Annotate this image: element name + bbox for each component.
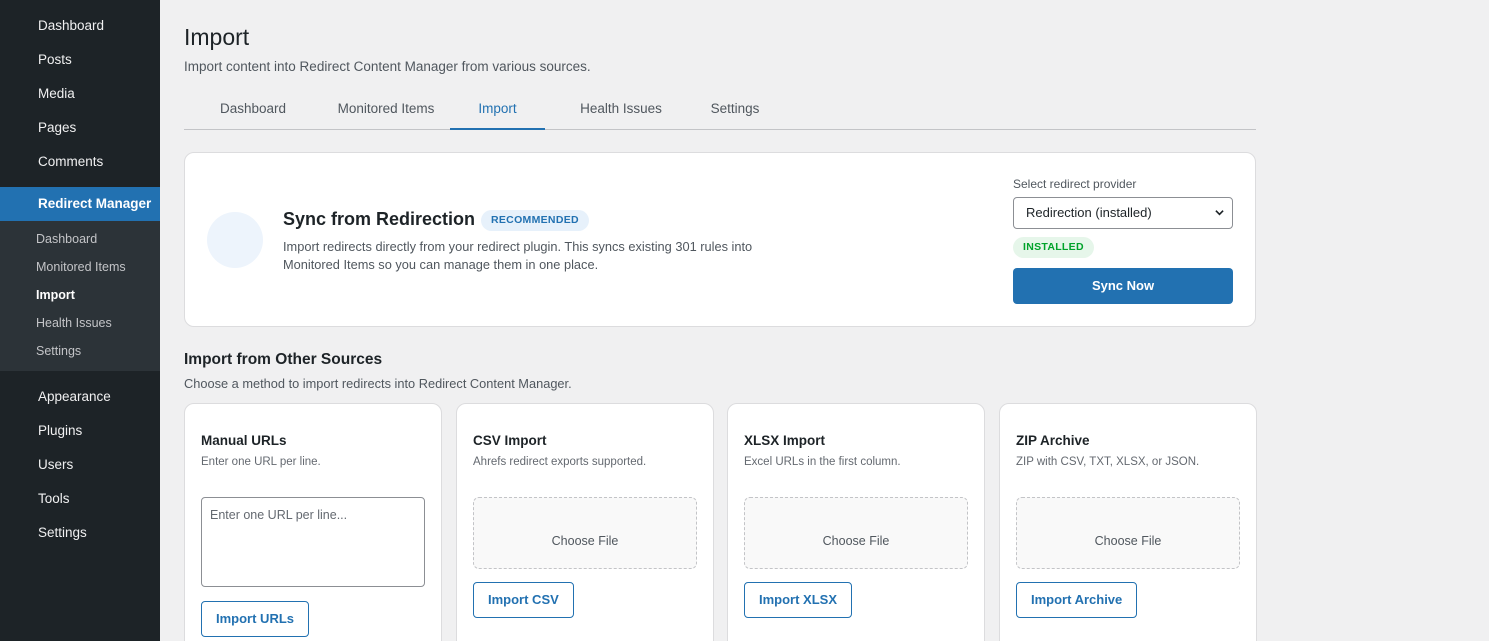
installed-badge: INSTALLED xyxy=(1013,237,1094,258)
tab-dashboard[interactable]: Dashboard xyxy=(184,90,322,130)
sidebar-item-comments[interactable]: Comments xyxy=(0,145,160,179)
tab-health-issues[interactable]: Health Issues xyxy=(545,90,697,130)
submenu-item-health-issues[interactable]: Health Issues xyxy=(0,309,160,337)
sync-description: Import redirects directly from your redi… xyxy=(283,239,753,272)
card-description: ZIP with CSV, TXT, XLSX, or JSON. xyxy=(1016,456,1200,468)
provider-select[interactable]: Redirection (installed) xyxy=(1013,197,1233,229)
sidebar-bottom-menu: Appearance Plugins Users Tools Settings xyxy=(0,371,160,550)
sidebar-item-media[interactable]: Media xyxy=(0,77,160,111)
other-sources-subtitle: Choose a method to import redirects into… xyxy=(184,376,572,391)
submenu-item-dashboard[interactable]: Dashboard xyxy=(0,225,160,253)
provider-label: Select redirect provider xyxy=(1013,177,1137,191)
admin-sidebar: Dashboard Posts Media Pages Comments Red… xyxy=(0,0,160,641)
import-xlsx-button[interactable]: Import XLSX xyxy=(744,582,853,618)
sidebar-item-plugins[interactable]: Plugins xyxy=(0,414,160,448)
page-title: Import xyxy=(184,24,250,50)
submenu-item-import[interactable]: Import xyxy=(0,281,160,309)
manual-urls-card: Manual URLs Enter one URL per line. Impo… xyxy=(184,403,442,641)
zip-archive-card: ZIP Archive ZIP with CSV, TXT, XLSX, or … xyxy=(999,403,1257,641)
sidebar-item-users[interactable]: Users xyxy=(0,448,160,482)
import-csv-button[interactable]: Import CSV xyxy=(473,582,574,618)
recommended-badge: RECOMMENDED xyxy=(481,210,589,231)
card-title: ZIP Archive xyxy=(1016,433,1090,448)
tab-settings[interactable]: Settings xyxy=(697,90,773,130)
sync-title: Sync from Redirection xyxy=(283,209,476,229)
card-title: XLSX Import xyxy=(744,433,826,448)
tab-bar: Dashboard Monitored Items Import Health … xyxy=(184,90,1256,130)
import-urls-button[interactable]: Import URLs xyxy=(201,601,309,637)
sync-icon xyxy=(207,212,263,268)
page-subtitle: Import content into Redirect Content Man… xyxy=(184,59,591,74)
sidebar-top-menu: Dashboard Posts Media Pages Comments xyxy=(0,0,160,179)
card-description: Ahrefs redirect exports supported. xyxy=(473,456,647,468)
import-archive-button[interactable]: Import Archive xyxy=(1016,582,1138,618)
other-sources-title: Import from Other Sources xyxy=(184,351,383,368)
sync-now-button[interactable]: Sync Now xyxy=(1013,268,1233,304)
xlsx-file-dropzone[interactable]: Choose File xyxy=(744,497,968,569)
xlsx-import-card: XLSX Import Excel URLs in the first colu… xyxy=(727,403,985,641)
csv-import-card: CSV Import Ahrefs redirect exports suppo… xyxy=(456,403,714,641)
submenu-item-settings[interactable]: Settings xyxy=(0,337,160,365)
card-description: Excel URLs in the first column. xyxy=(744,456,901,468)
sidebar-item-pages[interactable]: Pages xyxy=(0,111,160,145)
tab-import[interactable]: Import xyxy=(450,90,545,130)
sync-card: Sync from Redirection RECOMMENDED Import… xyxy=(184,152,1256,327)
chevron-down-icon xyxy=(1215,210,1224,216)
sidebar-item-redirect-manager[interactable]: Redirect Manager xyxy=(0,187,160,221)
sidebar-item-appearance[interactable]: Appearance xyxy=(0,380,160,414)
sidebar-item-tools[interactable]: Tools xyxy=(0,482,160,516)
provider-select-value: Redirection (installed) xyxy=(1026,205,1152,220)
zip-file-dropzone[interactable]: Choose File xyxy=(1016,497,1240,569)
urls-textarea[interactable] xyxy=(201,497,425,587)
card-title: CSV Import xyxy=(473,433,547,448)
sidebar-item-dashboard[interactable]: Dashboard xyxy=(0,9,160,43)
tab-monitored-items[interactable]: Monitored Items xyxy=(322,90,450,130)
submenu-item-monitored-items[interactable]: Monitored Items xyxy=(0,253,160,281)
card-title: Manual URLs xyxy=(201,433,287,448)
sidebar-item-posts[interactable]: Posts xyxy=(0,43,160,77)
sidebar-submenu: Dashboard Monitored Items Import Health … xyxy=(0,221,160,371)
card-description: Enter one URL per line. xyxy=(201,456,321,468)
csv-file-dropzone[interactable]: Choose File xyxy=(473,497,697,569)
sidebar-item-settings[interactable]: Settings xyxy=(0,516,160,550)
